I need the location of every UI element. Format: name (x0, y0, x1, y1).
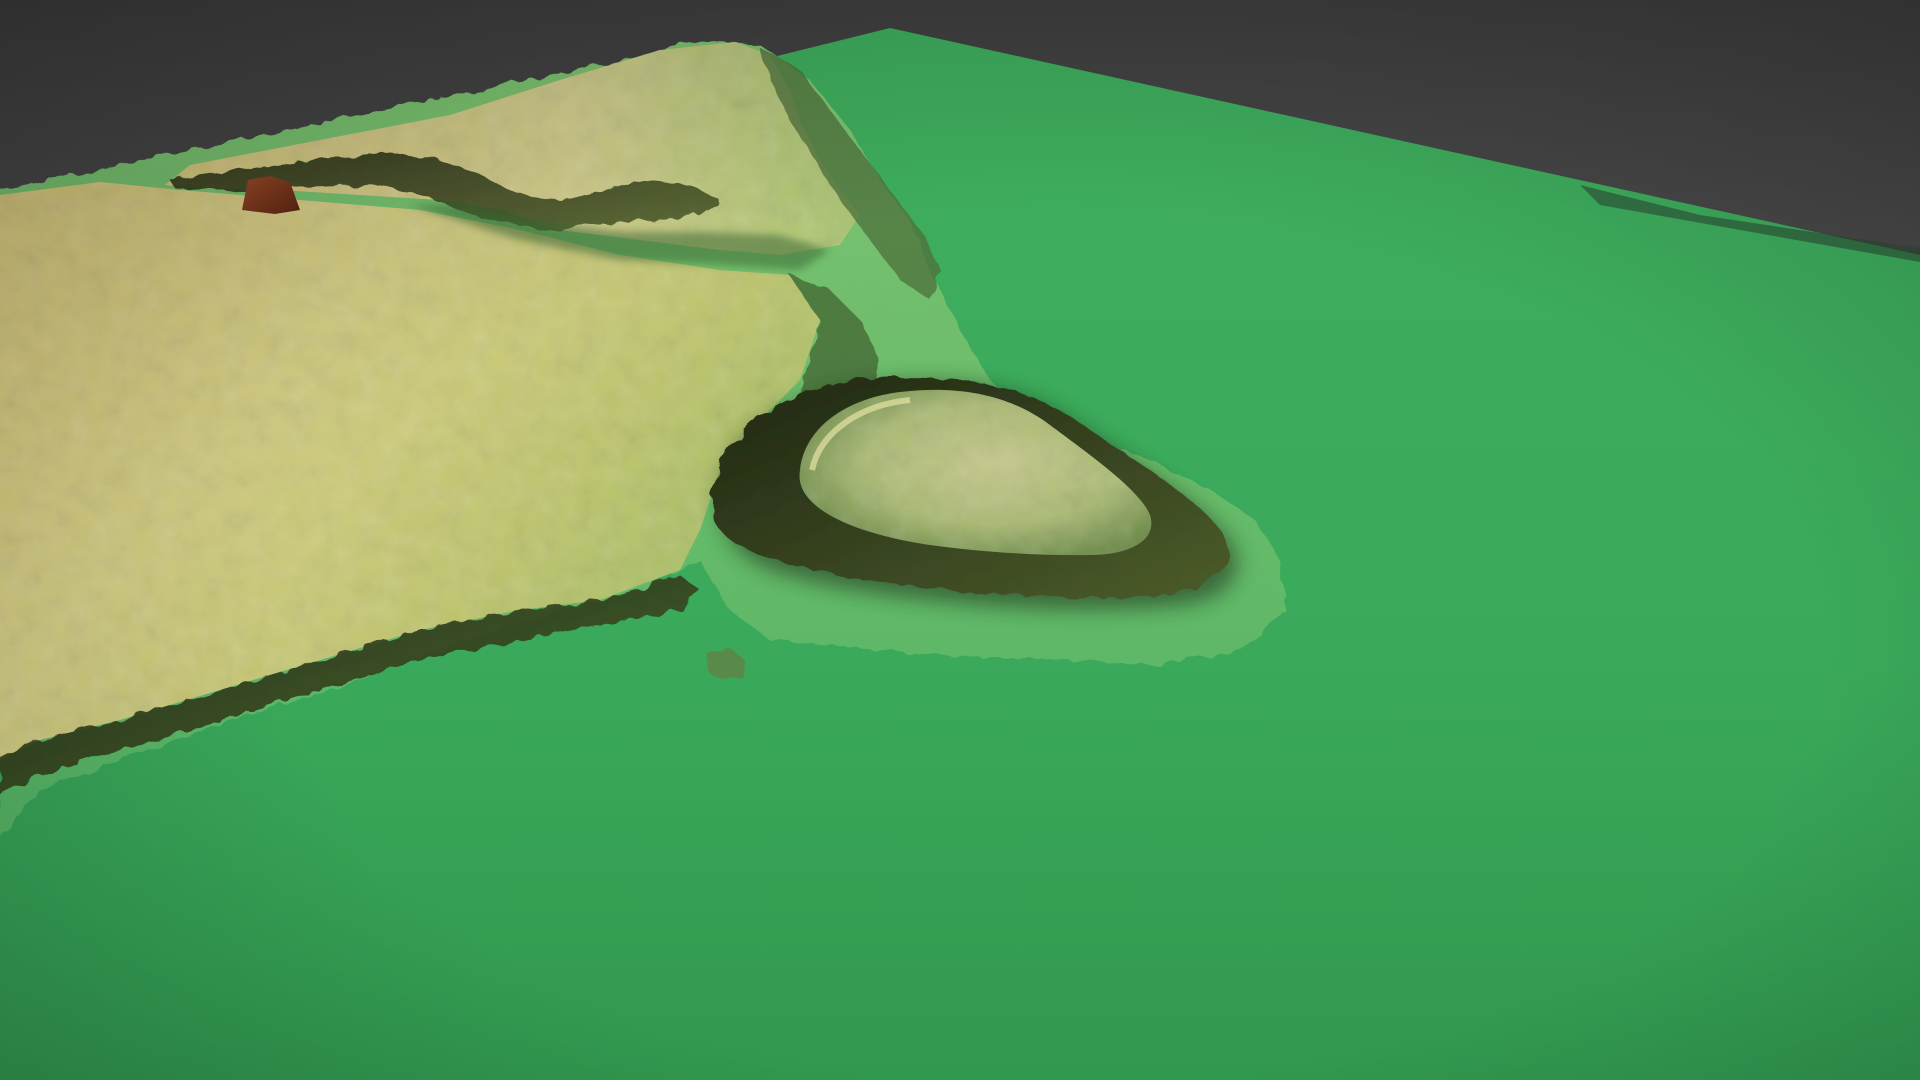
terrain-3d-model[interactable] (0, 0, 1920, 1080)
terrain-viewport[interactable] (0, 0, 1920, 1080)
vignette (0, 0, 1920, 1080)
